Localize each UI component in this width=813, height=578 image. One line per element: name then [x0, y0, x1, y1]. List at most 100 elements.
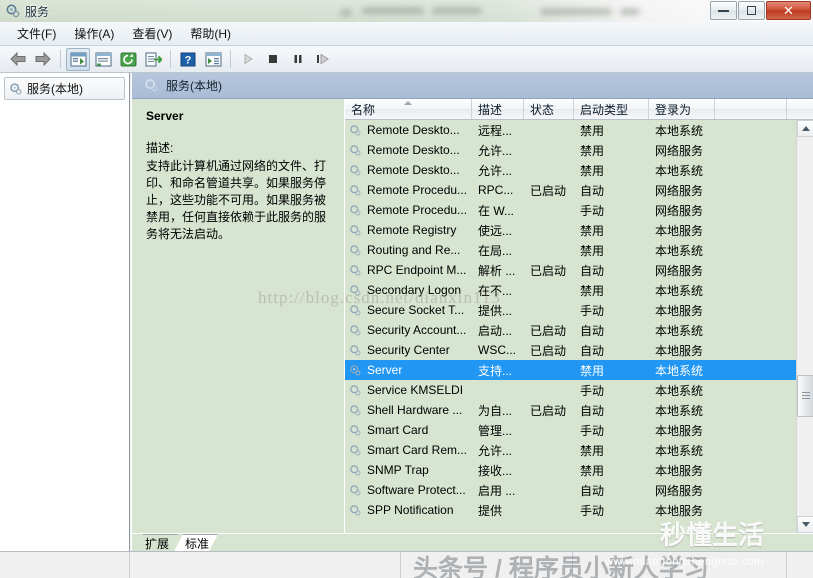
service-name-label: Security Account... — [367, 323, 467, 337]
close-button[interactable]: ✕ — [766, 1, 811, 20]
forward-button[interactable] — [31, 48, 55, 71]
tree-node-services-local[interactable]: 服务(本地) — [4, 77, 125, 100]
service-name-label: Secure Socket T... — [367, 303, 465, 317]
service-logon-cell: 本地系统 — [655, 323, 704, 338]
column-log-on-as[interactable]: 登录为 — [649, 99, 715, 119]
table-row[interactable]: Smart Card 管理... 手动 本地服务 — [345, 420, 813, 440]
service-status-cell: 已启动 — [530, 323, 567, 338]
table-row[interactable]: RPC Endpoint M... 解析 ... 已启动 自动 网络服务 — [345, 260, 813, 280]
table-row[interactable]: Service KMSELDI 手动 本地系统 — [345, 380, 813, 400]
service-logon-cell: 本地系统 — [655, 123, 704, 138]
table-row[interactable]: Security Center WSC... 已启动 自动 本地服务 — [345, 340, 813, 360]
column-description[interactable]: 描述 — [472, 99, 524, 119]
tree-node-label: 服务(本地) — [27, 82, 83, 96]
table-row[interactable]: SNMP Trap 接收... 禁用 本地服务 — [345, 460, 813, 480]
pause-icon — [294, 55, 302, 63]
service-name-label: Shell Hardware ... — [367, 403, 463, 417]
chevron-up-icon — [801, 126, 810, 131]
scroll-up-button[interactable] — [797, 120, 813, 137]
service-name-cell: Security Account... — [345, 323, 472, 337]
scrollbar-thumb[interactable] — [797, 375, 813, 417]
table-row[interactable]: Shell Hardware ... 为自... 已启动 自动 本地系统 — [345, 400, 813, 420]
table-row[interactable]: Smart Card Rem... 允许... 禁用 本地系统 — [345, 440, 813, 460]
service-name-label: Remote Procedu... — [367, 203, 468, 217]
view-tabs: 扩展 标准 — [132, 533, 813, 551]
scroll-down-button[interactable] — [797, 516, 813, 533]
service-logon-cell: 本地服务 — [655, 423, 704, 438]
table-row[interactable]: Remote Procedu... RPC... 已启动 自动 网络服务 — [345, 180, 813, 200]
services-console-window: 服务 ✕ 文件(F) 操作(A) 查看(V) 帮助(H) ? 服务(本地) 服务… — [0, 0, 813, 578]
service-name-cell: Remote Deskto... — [345, 163, 472, 177]
action-pane-icon — [205, 52, 221, 66]
menu-action[interactable]: 操作(A) — [65, 23, 123, 44]
table-row[interactable]: Remote Deskto... 允许... 禁用 网络服务 — [345, 140, 813, 160]
service-status-cell: 已启动 — [530, 263, 567, 278]
close-icon: ✕ — [783, 3, 794, 18]
grip-icon — [802, 392, 810, 399]
pause-service-button[interactable] — [286, 48, 310, 71]
properties-button[interactable] — [91, 48, 115, 71]
service-name-label: RPC Endpoint M... — [367, 263, 467, 277]
service-logon-cell: 本地服务 — [655, 303, 704, 318]
list-rows-container: Remote Deskto... 远程... 禁用 本地系统 Remote Deskto… — [345, 120, 813, 533]
tab-standard-label: 标准 — [185, 536, 210, 551]
back-button[interactable] — [6, 48, 30, 71]
service-description-cell: 接收... — [478, 463, 513, 478]
column-name[interactable]: 名称 — [345, 99, 472, 119]
maximize-button[interactable] — [738, 1, 765, 20]
column-startup-type[interactable]: 启动类型 — [574, 99, 649, 119]
table-row[interactable]: Secure Socket T... 提供... 手动 本地服务 — [345, 300, 813, 320]
service-name-cell: Remote Deskto... — [345, 143, 472, 157]
menu-file[interactable]: 文件(F) — [8, 23, 65, 44]
service-name-cell: Remote Procedu... — [345, 183, 472, 197]
service-name-cell: Secondary Logon — [345, 283, 472, 297]
column-filler[interactable] — [715, 99, 787, 119]
title-bar[interactable]: 服务 ✕ — [0, 0, 813, 22]
column-status[interactable]: 状态 — [524, 99, 574, 119]
service-name-cell: Server — [345, 363, 472, 377]
services-gear-icon — [349, 404, 362, 417]
minimize-button[interactable] — [710, 1, 737, 20]
service-logon-cell: 本地服务 — [655, 223, 704, 238]
chevron-down-icon — [801, 522, 810, 527]
export-list-button[interactable] — [141, 48, 165, 71]
table-row[interactable]: Remote Deskto... 远程... 禁用 本地系统 — [345, 120, 813, 140]
service-name-label: Remote Deskto... — [367, 163, 460, 177]
menu-help[interactable]: 帮助(H) — [181, 23, 240, 44]
service-logon-cell: 网络服务 — [655, 483, 704, 498]
table-row[interactable]: Routing and Re... 在局... 禁用 本地系统 — [345, 240, 813, 260]
show-hide-tree-button[interactable] — [66, 47, 90, 71]
restart-service-button[interactable] — [311, 48, 335, 71]
service-name-cell: SNMP Trap — [345, 463, 472, 477]
services-gear-icon — [349, 184, 362, 197]
back-arrow-icon — [10, 51, 26, 67]
table-row[interactable]: Remote Deskto... 允许... 禁用 本地系统 — [345, 160, 813, 180]
toolbar-separator-2 — [170, 50, 171, 68]
services-gear-icon — [349, 244, 362, 257]
table-row[interactable]: Secondary Logon 在不... 禁用 本地系统 — [345, 280, 813, 300]
service-logon-cell: 本地服务 — [655, 463, 704, 478]
service-name-cell: Smart Card — [345, 423, 472, 437]
services-gear-icon — [144, 78, 159, 93]
results-pane-title: 服务(本地) — [166, 79, 222, 93]
tab-extended[interactable]: 扩展 — [134, 534, 178, 551]
stop-service-button[interactable] — [261, 48, 285, 71]
tab-standard[interactable]: 标准 — [174, 534, 218, 551]
description-label: 描述: — [146, 141, 174, 155]
refresh-button[interactable] — [116, 48, 140, 71]
show-action-pane-button[interactable] — [201, 48, 225, 71]
table-row[interactable]: Security Account... 启动... 已启动 自动 本地系统 — [345, 320, 813, 340]
service-description-cell: 支持... — [478, 363, 513, 378]
table-row[interactable]: Software Protect... 启用 ... 自动 网络服务 — [345, 480, 813, 500]
list-vertical-scrollbar[interactable] — [796, 120, 813, 533]
help-button[interactable]: ? — [176, 48, 200, 71]
table-row[interactable]: Remote Registry 使远... 禁用 本地服务 — [345, 220, 813, 240]
menu-view[interactable]: 查看(V) — [123, 23, 181, 44]
properties-icon — [95, 52, 111, 66]
table-row[interactable]: Server 支持... 禁用 本地系统 — [345, 360, 813, 380]
service-name-cell: Remote Registry — [345, 223, 472, 237]
table-row[interactable]: SPP Notification 提供 手动 本地服务 — [345, 500, 813, 520]
window-title: 服务 — [25, 4, 50, 19]
table-row[interactable]: Remote Procedu... 在 W... 手动 网络服务 — [345, 200, 813, 220]
service-logon-cell: 本地系统 — [655, 163, 704, 178]
